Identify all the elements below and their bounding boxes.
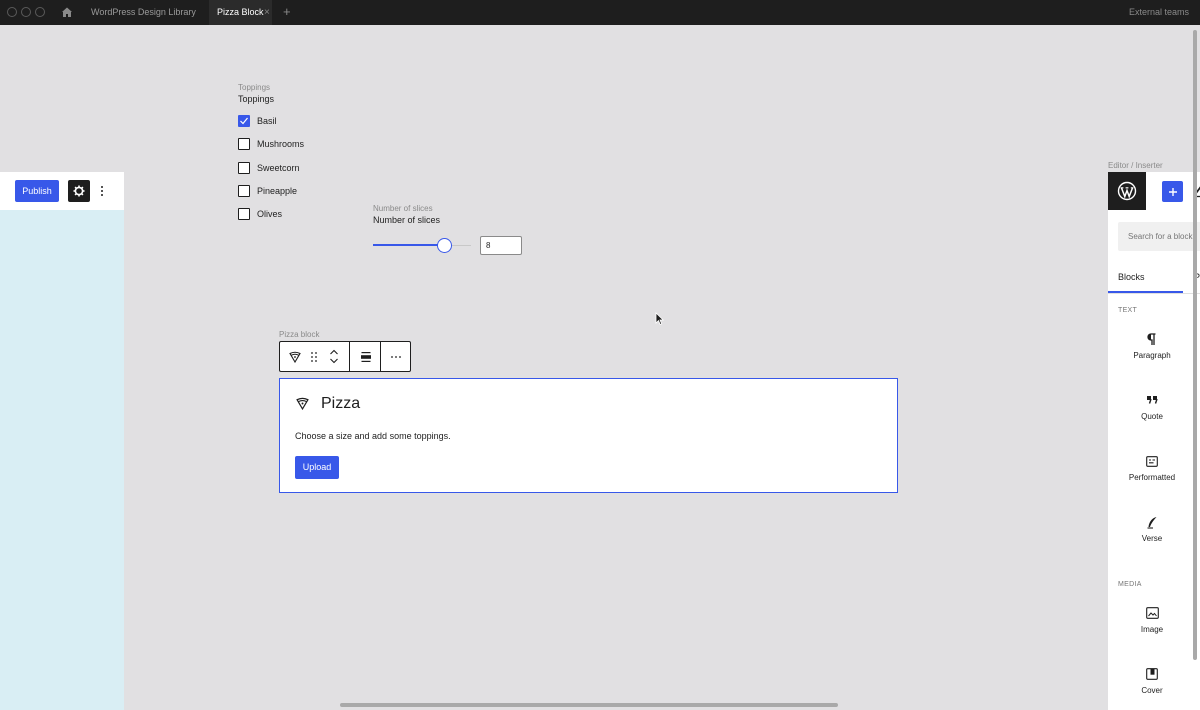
- block-item-label: Quote: [1141, 412, 1163, 421]
- pizza-block-description: Choose a size and add some toppings.: [295, 431, 451, 441]
- move-buttons: [324, 342, 344, 371]
- window-maximize-control[interactable]: [35, 7, 45, 17]
- slices-title: Number of slices: [373, 215, 441, 225]
- block-item-cover[interactable]: Cover: [1108, 666, 1196, 706]
- slices-number-input[interactable]: 8: [480, 236, 522, 255]
- slices-slider-fill: [373, 244, 444, 246]
- block-item-quote[interactable]: Quote: [1108, 392, 1196, 432]
- block-inserter-panel: Search for a block Blocks Pa TEXT Paragr…: [1108, 172, 1200, 710]
- drag-handle-icon: [311, 351, 317, 362]
- pizza-block-title: Pizza: [321, 395, 361, 412]
- mouse-pointer-icon: [655, 312, 664, 326]
- category-label-text: TEXT: [1118, 307, 1138, 314]
- sweetcorn-checkbox[interactable]: [238, 161, 250, 174]
- toppings-title: Toppings: [238, 94, 275, 104]
- upload-button[interactable]: Upload: [295, 456, 339, 479]
- browser-tab-bar: WordPress Design Library Pizza Block × +…: [0, 0, 1200, 25]
- tab-pizza-block[interactable]: Pizza Block: [209, 0, 272, 25]
- verse-icon: [1147, 516, 1157, 529]
- new-tab-icon[interactable]: +: [283, 0, 291, 25]
- slices-caption: Number of slices: [373, 204, 433, 213]
- preformatted-icon: [1146, 455, 1158, 467]
- tab-close-icon[interactable]: ×: [264, 0, 270, 25]
- block-options-button[interactable]: [381, 342, 411, 371]
- drag-handle[interactable]: [306, 342, 322, 371]
- olives-label: Olives: [257, 208, 283, 219]
- block-item-paragraph[interactable]: Paragraph: [1108, 331, 1196, 371]
- left-sidebar-panel: [0, 210, 124, 710]
- topping-option-olives[interactable]: Olives: [238, 207, 282, 220]
- align-wide-icon: [360, 351, 371, 362]
- topping-option-basil[interactable]: Basil: [238, 114, 277, 127]
- basil-checkbox[interactable]: [238, 114, 250, 127]
- slices-slider-thumb[interactable]: [437, 238, 452, 253]
- pineapple-label: Pineapple: [257, 185, 298, 196]
- pizza-icon: [289, 351, 301, 363]
- add-block-button[interactable]: [1162, 181, 1183, 202]
- ellipsis-icon: [391, 355, 401, 358]
- block-item-label: Image: [1140, 625, 1164, 634]
- inserter-caption: Editor / Inserter: [1108, 161, 1163, 170]
- pizza-block-caption: Pizza block: [279, 330, 320, 339]
- editor-header-toolbar: Publish: [0, 172, 124, 210]
- topping-option-pineapple[interactable]: Pineapple: [238, 184, 297, 197]
- pineapple-checkbox[interactable]: [238, 184, 250, 197]
- block-item-label: Performatted: [1128, 473, 1176, 482]
- block-item-label: Verse: [1141, 534, 1163, 543]
- block-item-preformatted[interactable]: Performatted: [1108, 453, 1196, 493]
- move-up-icon[interactable]: [329, 349, 339, 355]
- more-options-button[interactable]: [96, 180, 108, 202]
- wordpress-icon: [1117, 181, 1137, 201]
- pizza-icon: [296, 397, 309, 410]
- paragraph-icon: [1147, 332, 1156, 345]
- mushrooms-label: Mushrooms: [257, 138, 305, 149]
- pizza-block[interactable]: Pizza Choose a size and add some topping…: [279, 378, 898, 493]
- wordpress-logo[interactable]: [1108, 172, 1146, 210]
- check-icon: [240, 117, 248, 124]
- home-icon[interactable]: [61, 6, 73, 18]
- sweetcorn-label: Sweetcorn: [257, 162, 300, 173]
- toppings-caption: Toppings: [238, 83, 271, 92]
- plus-icon: [1168, 187, 1177, 196]
- block-item-image[interactable]: Image: [1108, 605, 1196, 645]
- window-minimize-control[interactable]: [21, 7, 31, 17]
- mushrooms-checkbox[interactable]: [238, 137, 250, 150]
- external-teams-label[interactable]: External teams: [1129, 0, 1189, 25]
- vertical-scrollbar[interactable]: [1193, 30, 1197, 660]
- move-down-icon[interactable]: [329, 358, 339, 364]
- tab-wordpress-design-library[interactable]: WordPress Design Library: [91, 0, 196, 25]
- kebab-dot-icon: [101, 190, 103, 192]
- block-item-verse[interactable]: Verse: [1108, 514, 1196, 554]
- basil-label: Basil: [257, 115, 277, 126]
- publish-button[interactable]: Publish: [15, 180, 59, 202]
- horizontal-scrollbar[interactable]: [340, 703, 838, 707]
- block-search-input[interactable]: Search for a block: [1118, 222, 1200, 251]
- kebab-dot-icon: [101, 186, 103, 188]
- block-item-label: Paragraph: [1133, 351, 1171, 360]
- tab-blocks[interactable]: Blocks: [1118, 272, 1145, 282]
- topping-option-sweetcorn[interactable]: Sweetcorn: [238, 161, 300, 174]
- category-label-media: MEDIA: [1118, 581, 1142, 588]
- olives-checkbox[interactable]: [238, 207, 250, 220]
- block-item-label: Cover: [1141, 686, 1163, 695]
- window-close-control[interactable]: [7, 7, 17, 17]
- align-button[interactable]: [350, 342, 381, 371]
- image-icon: [1145, 607, 1159, 619]
- topping-option-mushrooms[interactable]: Mushrooms: [238, 137, 304, 150]
- gear-icon: [73, 185, 85, 197]
- block-toolbar: [279, 341, 411, 372]
- cover-icon: [1146, 668, 1158, 680]
- kebab-dot-icon: [101, 194, 103, 196]
- quote-icon: [1147, 396, 1158, 404]
- tabs-divider: [1108, 293, 1200, 294]
- settings-button[interactable]: [68, 180, 90, 202]
